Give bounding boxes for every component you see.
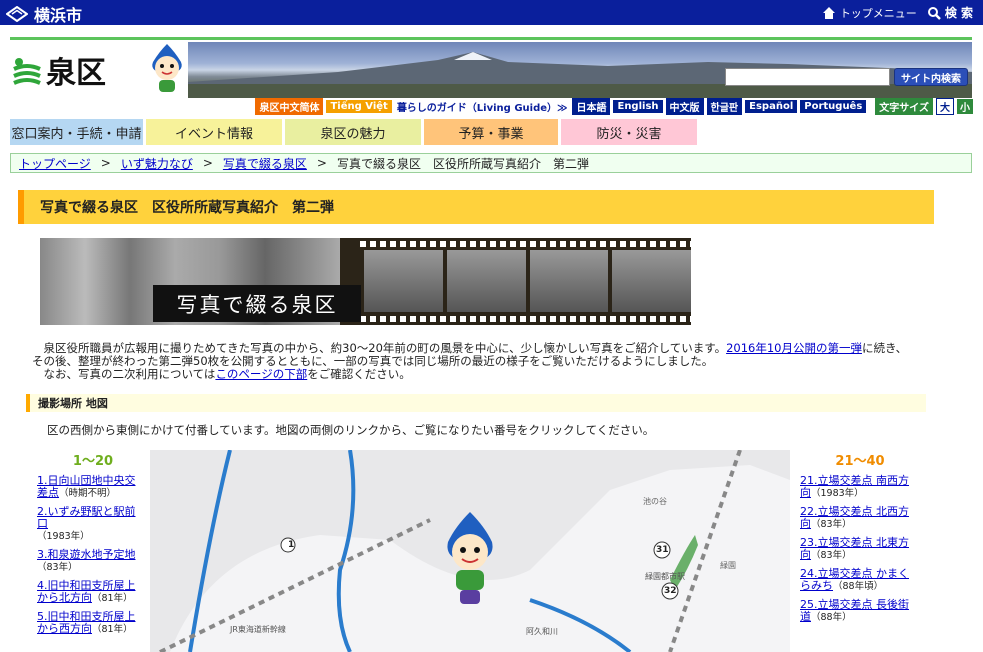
- font-small-button[interactable]: 小: [957, 98, 973, 114]
- city-logo[interactable]: 横浜市: [6, 2, 82, 26]
- photo-list-right: 21～40 21.立場交差点 南西方 向（1983年） 22.立場交差点 北西方向…: [800, 450, 920, 624]
- font-size-label: 文字サイズ: [875, 97, 933, 115]
- map-marker-32[interactable]: 32: [664, 586, 677, 596]
- nav-tab-events[interactable]: イベント情報: [146, 119, 282, 145]
- font-large-button[interactable]: 大: [936, 97, 954, 115]
- lang-portuguese[interactable]: Português: [800, 99, 867, 113]
- search-icon[interactable]: [927, 6, 941, 20]
- film-frame: [364, 250, 443, 312]
- lang-english[interactable]: English: [613, 99, 663, 113]
- breadcrumb-photo-izumi[interactable]: 写真で綴る泉区: [223, 155, 307, 172]
- ward-name: 泉区: [46, 56, 106, 91]
- home-icon[interactable]: [822, 6, 836, 20]
- top-menu-link[interactable]: トップメニュー: [840, 5, 917, 21]
- film-strip: [360, 250, 691, 312]
- breadcrumb-top[interactable]: トップページ: [19, 155, 91, 172]
- list-item: 5.旧中和田支所屋上 から西方向（81年）: [37, 610, 136, 636]
- ward-header-banner: 泉区 サイト内検索: [10, 37, 972, 98]
- map-label-akuwa-river: 阿久和川: [526, 627, 558, 636]
- list-item: 23.立場交差点 北東方 向（83年）: [800, 536, 909, 562]
- banner-caption: 写真で綴る泉区: [153, 285, 361, 322]
- breadcrumb-current: 写真で綴る泉区 区役所所蔵写真紹介 第二弾: [336, 156, 589, 171]
- film-frame: [446, 250, 526, 312]
- film-frame: [612, 250, 691, 312]
- lang-vietnamese[interactable]: Tiếng Việt: [326, 99, 392, 113]
- intro-text: 泉区役所職員が広報用に撮りためてきた写真の中から、約30～20年前の町の風景を中…: [32, 341, 908, 381]
- film-holes-top: [360, 241, 691, 247]
- list-item: 4.旧中和田支所屋上 から北方向（81年）: [37, 579, 136, 605]
- lang-chinese[interactable]: 中文版: [665, 97, 704, 115]
- living-guide-link[interactable]: 暮らしのガイド（Living Guide）≫: [395, 98, 570, 115]
- izumi-ward-mark-icon: [13, 58, 41, 85]
- lang-japanese[interactable]: 日本語: [572, 97, 611, 115]
- city-name: 横浜市: [34, 6, 83, 25]
- list-heading-1-20: 1～20: [72, 454, 114, 469]
- lang-korean[interactable]: 한글판: [706, 97, 743, 115]
- list-item: 1.日向山団地中央交 差点（時期不明）: [37, 474, 136, 500]
- breadcrumb-izumi-navi[interactable]: いず魅力なび: [121, 155, 193, 172]
- list-item: 3.和泉遊水地予定地 （83年）: [37, 548, 136, 574]
- map-graphic: [159, 450, 790, 652]
- list-heading-21-40: 21～40: [835, 454, 885, 469]
- list-item: 22.立場交差点 北西方 向（83年）: [800, 505, 909, 531]
- page-title: 写真で綴る泉区 区役所所蔵写真紹介 第二弾: [18, 190, 934, 224]
- film-frame: [529, 250, 609, 312]
- map-label-ikenotani: 池の谷: [643, 497, 667, 506]
- photo-link-3[interactable]: 3.和泉遊水地予定地: [37, 548, 136, 561]
- lang-spanish[interactable]: Español: [745, 99, 798, 113]
- main-nav: 窓口案内・手続・申請 イベント情報 泉区の魅力 予算・事業 防災・災害: [10, 119, 697, 145]
- section-heading-map: 撮影場所 地図: [26, 394, 926, 412]
- map-marker-31[interactable]: 31: [656, 545, 669, 555]
- film-banner-image: 写真で綴る泉区: [40, 238, 691, 325]
- city-top-bar: 横浜市 トップメニュー 検 索: [0, 0, 983, 25]
- page-bottom-link[interactable]: このページの下部: [215, 367, 307, 381]
- nav-tab-budget[interactable]: 予算・事業: [424, 119, 558, 145]
- location-map[interactable]: 1 31 32 池の谷 緑園都市駅 緑園 JR東海道新幹線 阿久和川: [150, 450, 790, 652]
- list-item: 21.立場交差点 南西方 向（1983年）: [800, 474, 909, 500]
- list-item: 24.立場交差点 かまく らみち（88年頃）: [800, 567, 909, 593]
- first-series-link[interactable]: 2016年10月公開の第一弾: [726, 341, 862, 355]
- nav-tab-counter[interactable]: 窓口案内・手続・申請: [10, 119, 143, 145]
- site-search-button[interactable]: サイト内検索: [894, 68, 968, 86]
- lang-chinese-simplified[interactable]: 泉区中文简体: [255, 97, 324, 115]
- nav-tab-disaster[interactable]: 防災・災害: [561, 119, 697, 145]
- list-item: 25.立場交差点 長後街 道（88年）: [800, 598, 909, 624]
- nav-tab-attractions[interactable]: 泉区の魅力: [285, 119, 421, 145]
- site-search-input[interactable]: [725, 68, 890, 86]
- search-link[interactable]: 検 索: [945, 4, 973, 21]
- breadcrumb: トップページ > いず魅力なび > 写真で綴る泉区 > 写真で綴る泉区 区役所所…: [10, 153, 972, 173]
- map-label-shinkansen: JR東海道新幹線: [230, 625, 286, 634]
- yokohama-emblem-icon: [6, 6, 28, 22]
- photo-link-2[interactable]: 2.いずみ野駅と駅前口: [37, 505, 136, 530]
- list-item: 2.いずみ野駅と駅前口（1983年）: [37, 505, 136, 543]
- map-label-ryokuen: 緑園: [720, 561, 736, 570]
- photo-list-left: 1～20 1.日向山団地中央交 差点（時期不明） 2.いずみ野駅と駅前口（1983…: [37, 450, 149, 636]
- section-description: 区の西側から東側にかけて付番しています。地図の両側のリンクから、ご覧になりたい番…: [47, 423, 655, 437]
- map-label-ryokuen-station: 緑園都市駅: [645, 572, 685, 581]
- izumin-mascot-icon: [152, 44, 182, 92]
- film-holes-bottom: [360, 316, 691, 322]
- map-marker-1[interactable]: 1: [288, 540, 294, 550]
- language-bar: 泉区中文简体 Tiếng Việt 暮らしのガイド（Living Guide）≫…: [255, 97, 973, 115]
